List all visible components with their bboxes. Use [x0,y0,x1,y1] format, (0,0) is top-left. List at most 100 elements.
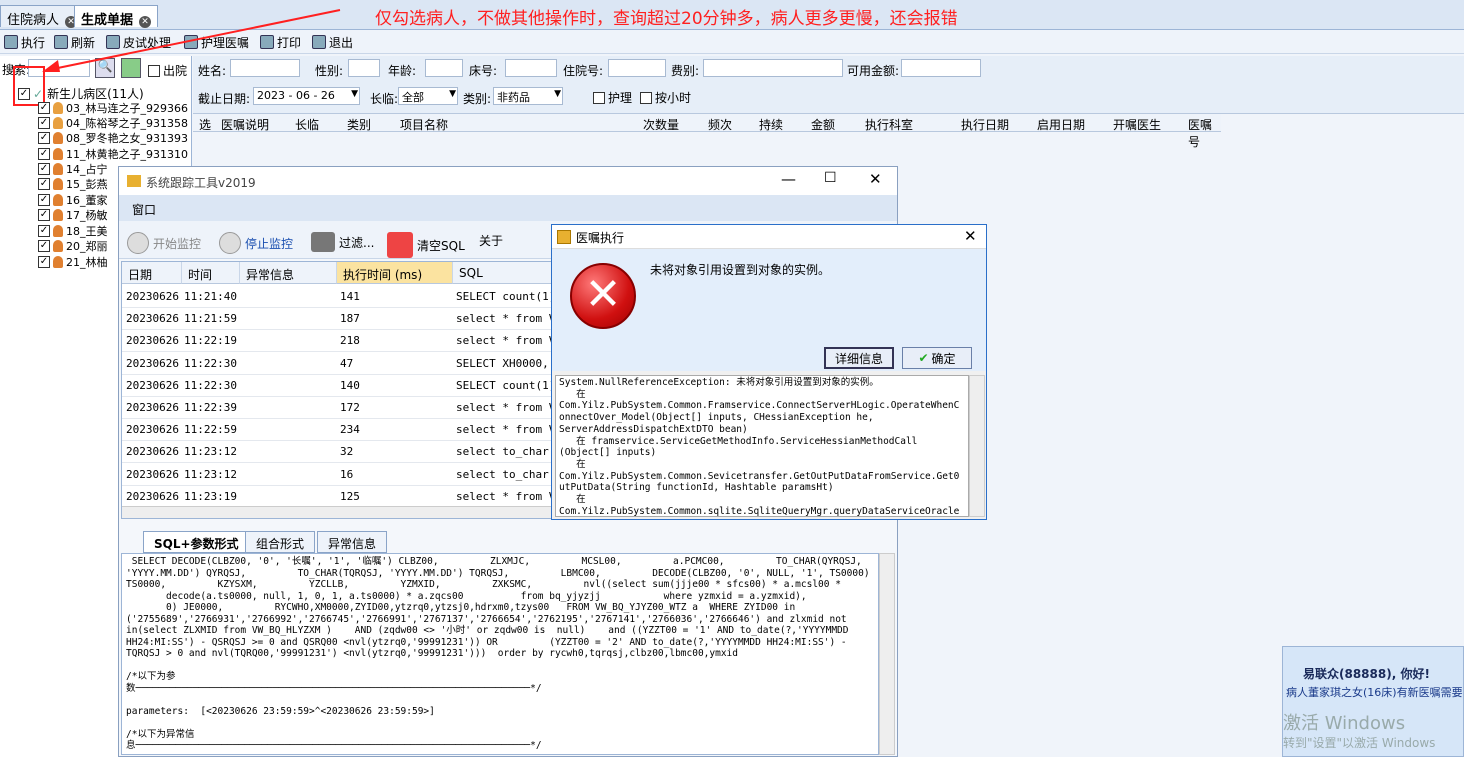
column-header[interactable]: 类别 [347,116,371,133]
log-cell[interactable]: 11:22:19 [184,334,238,347]
log-cell[interactable]: 11:22:30 [184,379,238,392]
log-cell[interactable]: 11:21:40 [184,290,238,303]
log-cell[interactable]: 47 [340,357,450,370]
column-header[interactable]: 执行时间 (ms) [337,262,453,284]
log-cell[interactable]: 20230626 [126,290,182,303]
patient-node[interactable]: ✓ 17_杨敏 [38,207,108,222]
patient-node[interactable]: ✓ 21_林柚 [38,254,108,269]
checkbox-checked[interactable]: ✓ [38,131,50,144]
checkbox-checked[interactable]: ✓ [38,147,50,160]
log-cell[interactable]: 187 [340,312,450,325]
log-cell[interactable]: 16 [340,468,450,481]
log-cell[interactable]: select to_char(a. [456,468,562,481]
log-cell[interactable]: 11:23:19 [184,490,238,503]
stop-monitor-button[interactable]: 停止监控 [219,232,293,254]
vertical-scrollbar[interactable] [969,375,985,517]
log-cell[interactable]: select * from VW_ [456,423,562,436]
checkbox-checked[interactable]: ✓ [38,101,50,114]
sql-text-area[interactable]: SELECT DECODE(CLBZ00, '0', '长嘱', '1', '临… [121,553,879,755]
clear-sql-button[interactable]: 清空SQL [387,232,465,258]
checkbox-checked[interactable]: ✓ [38,208,50,221]
log-cell[interactable]: select * from VW_ [456,401,562,414]
log-cell[interactable]: 11:21:59 [184,312,238,325]
log-cell[interactable]: 172 [340,401,450,414]
log-cell[interactable]: 20230626 [126,334,182,347]
chevron-down-icon[interactable]: ▼ [449,89,456,99]
log-cell[interactable]: select * from VW_ [456,334,562,347]
log-cell[interactable]: 20230626 [126,379,182,392]
log-cell[interactable]: 11:22:39 [184,401,238,414]
log-cell[interactable]: SELECT count(1) [456,290,562,303]
name-field[interactable] [230,59,300,77]
checkbox-checked[interactable]: ✓ [18,87,30,100]
patient-node[interactable]: ✓ 08_罗冬艳之女_931393 [38,130,188,145]
checkbox-checked[interactable]: ✓ [38,116,50,129]
tab-exception[interactable]: 异常信息 [317,531,388,553]
log-cell[interactable]: 20230626 [126,312,182,325]
column-header[interactable]: 医嘱说明 [221,116,269,133]
log-cell[interactable]: 20230626 [126,423,182,436]
log-cell[interactable]: 218 [340,334,450,347]
log-cell[interactable]: select * from VW_ [456,490,562,503]
deadline-date-picker[interactable]: 2023 - 06 - 26 ▼ [253,87,360,105]
patient-node[interactable]: ✓ 03_林马连之子_929366 [38,100,188,115]
menu-window[interactable]: 窗口 [132,201,156,218]
balance-field[interactable] [901,59,981,77]
checkbox-checked[interactable]: ✓ [38,224,50,237]
patient-node[interactable]: ✓ 20_郑丽 [38,238,108,253]
column-header[interactable]: 启用日期 [1037,116,1085,133]
column-header[interactable]: 次数量 [643,116,679,133]
column-header[interactable]: 长临 [295,116,319,133]
column-header[interactable]: 医嘱号 [1188,116,1221,150]
about-button[interactable]: 关于 [479,232,503,249]
chevron-down-icon[interactable]: ▼ [554,89,561,99]
log-cell[interactable]: 20230626 [126,445,182,458]
close-icon[interactable]: ✕ [869,170,882,188]
gender-field[interactable] [348,59,380,77]
log-cell[interactable]: SELECT XH0000, X [456,357,562,370]
tab-sql-params[interactable]: SQL+参数形式 [143,531,250,553]
checkbox-checked[interactable]: ✓ [38,177,50,190]
column-header[interactable]: 开嘱医生 [1113,116,1161,133]
fee-type-field[interactable] [703,59,843,77]
checkbox-checked[interactable]: ✓ [38,162,50,175]
column-header[interactable]: 持续 [759,116,783,133]
hourly-checkbox[interactable]: 按小时 [640,89,691,106]
patient-node[interactable]: ✓ 14_占宁 [38,161,108,176]
duration-select[interactable]: 全部 ▼ [398,87,458,105]
log-cell[interactable]: 141 [340,290,450,303]
inpatient-no-field[interactable] [608,59,666,77]
checkbox-checked[interactable]: ✓ [38,193,50,206]
log-cell[interactable]: 32 [340,445,450,458]
execute-button[interactable]: 执行 [4,33,45,51]
log-cell[interactable]: 234 [340,423,450,436]
exception-detail-text[interactable]: System.NullReferenceException: 未将对象引用设置到… [555,375,969,517]
log-cell[interactable]: 11:22:59 [184,423,238,436]
start-monitor-button[interactable]: 开始监控 [127,232,201,254]
column-header[interactable]: 异常信息 [240,262,337,284]
maximize-icon[interactable]: ☐ [824,170,837,186]
column-header[interactable]: 时间 [182,262,240,284]
notification-message[interactable]: 病人董家琪之女(16床)有新医嘱需要 [1286,684,1464,700]
patient-node[interactable]: ✓ 11_林黄艳之子_931310 [38,146,188,161]
log-cell[interactable]: 125 [340,490,450,503]
log-cell[interactable]: SELECT count(1) [456,379,562,392]
column-header[interactable]: 项目名称 [400,116,448,133]
log-cell[interactable]: 20230626 [126,357,182,370]
vertical-scrollbar[interactable] [879,553,895,755]
detail-button[interactable]: 详细信息 [824,347,894,369]
column-header[interactable]: 金额 [811,116,835,133]
log-cell[interactable]: 20230626 [126,401,182,414]
log-cell[interactable]: 11:22:30 [184,357,238,370]
patient-node[interactable]: ✓ 15_彭燕 [38,176,108,191]
log-cell[interactable]: 11:23:12 [184,445,238,458]
bed-field[interactable] [505,59,557,77]
ok-button[interactable]: ✔ 确定 [902,347,972,369]
column-header[interactable]: 执行日期 [961,116,1009,133]
nursing-checkbox[interactable]: 护理 [593,89,632,106]
log-cell[interactable]: 20230626 [126,468,182,481]
checkbox-checked[interactable]: ✓ [38,255,50,268]
minimize-icon[interactable]: — [781,170,796,188]
category-select[interactable]: 非药品 ▼ [493,87,563,105]
filter-button[interactable]: 过滤... [311,232,374,252]
